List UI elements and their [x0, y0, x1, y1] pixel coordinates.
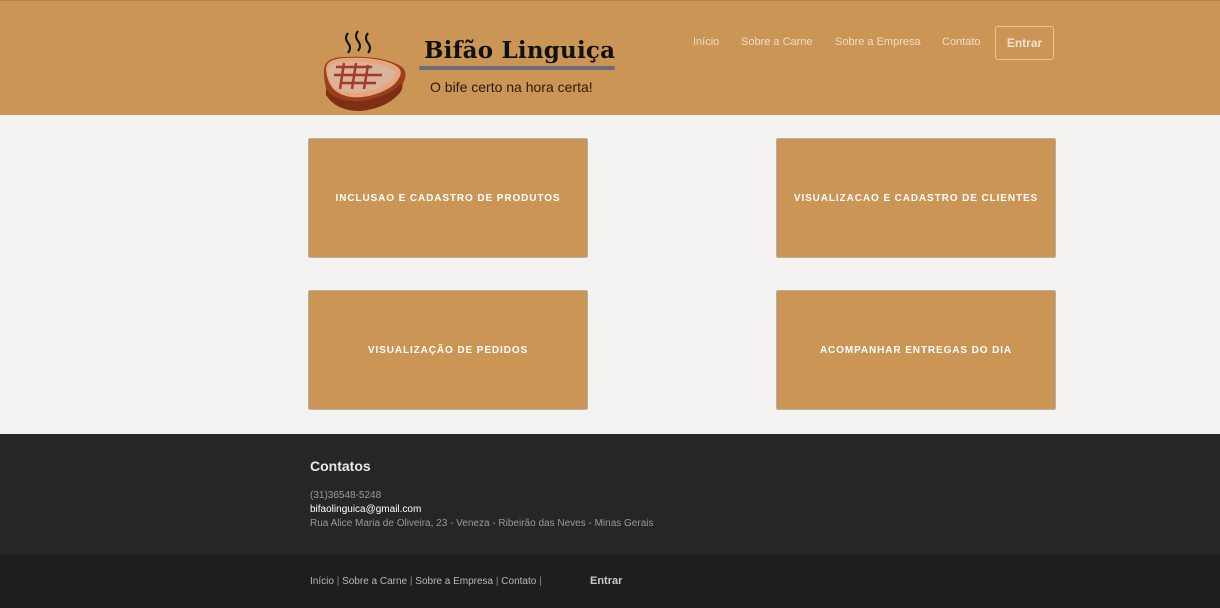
- bottom-login-link[interactable]: Entrar: [590, 575, 622, 587]
- brand-title: Bifão Linguiça: [424, 37, 616, 64]
- nav-link-contato[interactable]: Contato: [942, 36, 981, 48]
- tile-entregas[interactable]: ACOMPANHAR ENTREGAS DO DIA: [776, 290, 1056, 410]
- bottom-nav-sobre-empresa[interactable]: Sobre a Empresa: [415, 576, 493, 587]
- steak-icon: [324, 30, 406, 111]
- footer-address: Rua Alice Maria de Oliveira, 23 - Veneza…: [310, 518, 654, 529]
- nav-link-sobre-empresa[interactable]: Sobre a Empresa: [835, 36, 921, 48]
- nav-link-inicio[interactable]: Início: [693, 36, 719, 48]
- bottom-nav-separator: |: [539, 576, 542, 587]
- bottom-bar: Início | Sobre a Carne | Sobre a Empresa…: [0, 554, 1220, 608]
- bottom-nav-sobre-carne[interactable]: Sobre a Carne: [342, 576, 407, 587]
- nav-link-sobre-carne[interactable]: Sobre a Carne: [741, 36, 813, 48]
- footer-email[interactable]: bifaolinguica@gmail.com: [310, 504, 421, 515]
- tile-produtos[interactable]: INCLUSAO E CADASTRO DE PRODUTOS: [308, 138, 588, 258]
- bottom-nav: Início | Sobre a Carne | Sobre a Empresa…: [310, 576, 542, 587]
- site-header: Bifão Linguiça O bife certo na hora cert…: [0, 0, 1220, 115]
- bottom-nav-contato[interactable]: Contato: [501, 576, 536, 587]
- footer-contacts: Contatos (31)36548-5248 bifaolinguica@gm…: [0, 434, 1220, 554]
- tile-pedidos[interactable]: VISUALIZAÇÃO DE PEDIDOS: [308, 290, 588, 410]
- bottom-nav-inicio[interactable]: Início: [310, 576, 334, 587]
- tile-clientes[interactable]: VISUALIZACAO E CADASTRO DE CLIENTES: [776, 138, 1056, 258]
- footer-title: Contatos: [310, 458, 371, 474]
- brand-tagline: O bife certo na hora certa!: [430, 79, 593, 95]
- login-button[interactable]: Entrar: [995, 26, 1054, 60]
- footer-phone: (31)36548-5248: [310, 490, 382, 501]
- brand-underline: [419, 66, 615, 70]
